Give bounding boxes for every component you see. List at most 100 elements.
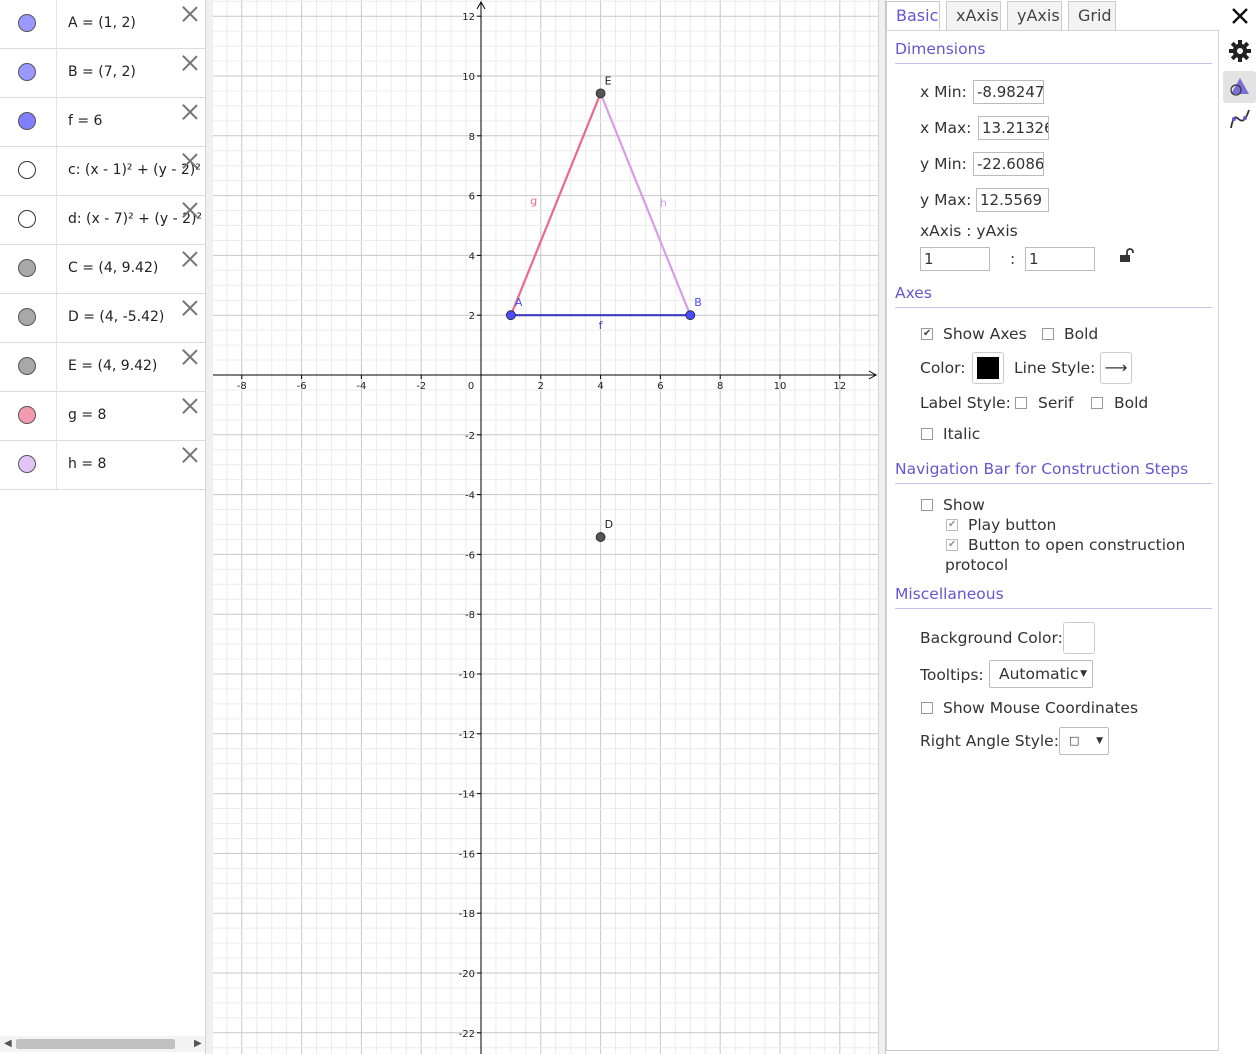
play-button-checkbox[interactable] [946,519,958,531]
color-swatch [977,357,999,379]
ratio-separator: : [1010,250,1016,268]
xmax-input[interactable]: 13.21326 [978,116,1049,140]
settings-gear-icon[interactable] [1228,39,1252,63]
algebra-item[interactable]: g = 8 [0,392,205,441]
delete-icon[interactable] [181,250,199,268]
algebra-item-text[interactable]: C = (4, 9.42) [68,245,158,292]
divider [895,608,1212,609]
ratio-x-input[interactable]: 1 [920,247,990,271]
y-tick-label: -22 [459,1029,475,1040]
algebra-item-text[interactable]: E = (4, 9.42) [68,343,157,390]
view-splitter[interactable] [205,0,213,1054]
visibility-marble-icon[interactable] [18,357,36,375]
visibility-toggle[interactable] [0,343,57,391]
visibility-toggle[interactable] [0,49,57,97]
visibility-marble-icon[interactable] [18,455,36,473]
point-E[interactable] [595,88,606,99]
algebra-item[interactable]: D = (4, -5.42) [0,294,205,343]
mouse-coords-checkbox[interactable] [921,702,933,714]
delete-icon[interactable] [181,5,199,23]
visibility-toggle[interactable] [0,147,57,195]
algebra-item[interactable]: c: (x - 1)² + (y - 2)² = [0,147,205,196]
algebra-item-text[interactable]: D = (4, -5.42) [68,294,164,341]
navigation-title: Navigation Bar for Construction Steps [895,460,1189,478]
visibility-marble-icon[interactable] [18,161,36,179]
visibility-marble-icon[interactable] [18,210,36,228]
ratio-y-input[interactable]: 1 [1025,247,1095,271]
delete-icon[interactable] [181,103,199,121]
scroll-left-icon[interactable]: ◀ [4,1038,12,1049]
ymax-input[interactable]: 12.5569 [976,188,1049,212]
scrollbar-thumb[interactable] [16,1039,175,1049]
visibility-toggle[interactable] [0,392,57,440]
visibility-marble-icon[interactable] [18,406,36,424]
function-curve-icon[interactable] [1228,107,1252,131]
y-tick-label: -20 [459,969,475,980]
algebra-item[interactable]: C = (4, 9.42) [0,245,205,294]
y-tick-label: 4 [469,251,475,262]
algebra-item-text[interactable]: f = 6 [68,98,102,145]
algebra-item[interactable]: f = 6 [0,98,205,147]
algebra-item[interactable]: E = (4, 9.42) [0,343,205,392]
delete-icon[interactable] [181,299,199,317]
xmin-input[interactable]: -8.98247 [973,80,1044,104]
properties-panel: Basic xAxis yAxis Grid Dimensions x Min:… [885,0,1220,1054]
axes-color-button[interactable] [972,352,1004,384]
line-style-button[interactable]: ⟶ [1100,352,1132,384]
algebra-item-text[interactable]: h = 8 [68,441,106,488]
xmin-label: x Min: [920,83,967,101]
point-D[interactable] [595,532,606,542]
x-tick-label: -8 [237,381,247,392]
algebra-item-text[interactable]: g = 8 [68,392,106,439]
delete-icon[interactable] [181,201,199,219]
algebra-item[interactable]: h = 8 [0,441,205,490]
tab-xaxis[interactable]: xAxis [946,1,1001,30]
graphics-view-icon[interactable] [1228,75,1252,99]
delete-icon[interactable] [181,54,199,72]
delete-icon[interactable] [181,397,199,415]
delete-icon[interactable] [181,152,199,170]
right-angle-select[interactable]: □ ▼ [1059,727,1109,755]
serif-checkbox[interactable] [1015,397,1027,409]
close-icon[interactable] [1229,5,1253,29]
horizontal-scrollbar[interactable]: ◀ ▶ [0,1036,205,1052]
visibility-toggle[interactable] [0,196,57,244]
protocol-button-checkbox[interactable] [946,539,958,551]
show-axes-checkbox[interactable] [921,328,933,340]
label-bold-checkbox[interactable] [1091,397,1103,409]
delete-icon[interactable] [181,348,199,366]
visibility-marble-icon[interactable] [18,63,36,81]
y-tick-label: 12 [462,12,475,23]
delete-icon[interactable] [181,446,199,464]
bg-color-button[interactable] [1063,622,1095,654]
tab-grid[interactable]: Grid [1068,1,1116,30]
visibility-marble-icon[interactable] [18,259,36,277]
y-tick-label: -8 [465,610,475,621]
scroll-right-icon[interactable]: ▶ [194,1038,202,1049]
tooltips-select[interactable]: Automatic ▼ [989,660,1093,688]
algebra-item-text[interactable]: A = (1, 2) [68,0,136,47]
graphics-view[interactable]: -8 -6 -4 -2 0 2 4 6 8 10 12 12 10 8 6 4 2 -2 -4 -6 -8 -10 -12-… [213,0,878,1054]
visibility-marble-icon[interactable] [18,308,36,326]
visibility-toggle[interactable] [0,245,57,293]
visibility-toggle[interactable] [0,98,57,146]
visibility-marble-icon[interactable] [18,14,36,32]
algebra-item[interactable]: d: (x - 7)² + (y - 2)² = [0,196,205,245]
point-B[interactable] [685,310,696,321]
algebra-item[interactable]: A = (1, 2) [0,0,205,49]
tab-yaxis[interactable]: yAxis [1007,1,1062,30]
visibility-marble-icon[interactable] [18,112,36,130]
italic-checkbox[interactable] [921,428,933,440]
visibility-toggle[interactable] [0,294,57,342]
algebra-item[interactable]: B = (7, 2) [0,49,205,98]
tab-basic[interactable]: Basic [886,1,940,30]
view-splitter-right[interactable] [878,0,885,1054]
unlock-icon[interactable] [1118,247,1134,263]
algebra-item-text[interactable]: B = (7, 2) [68,49,136,96]
ymin-input[interactable]: -22.6086 [973,152,1044,176]
visibility-toggle[interactable] [0,0,57,48]
point-A[interactable] [505,310,516,321]
visibility-toggle[interactable] [0,441,57,489]
nav-show-checkbox[interactable] [921,499,933,511]
axes-bold-checkbox[interactable] [1042,328,1054,340]
